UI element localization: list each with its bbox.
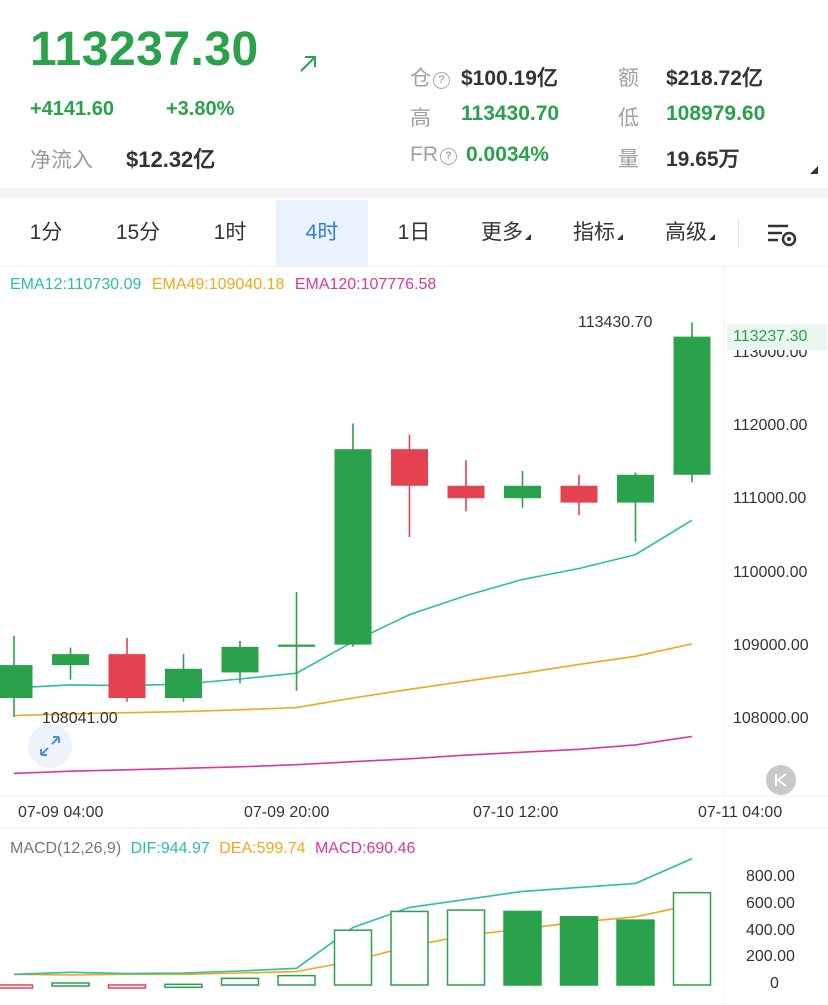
macd-bar — [277, 974, 316, 986]
macd-tick-label: 0 — [770, 975, 779, 992]
macd-tick-label: 400.00 — [746, 921, 795, 939]
candle-body — [447, 485, 485, 499]
macd-bar — [559, 916, 599, 986]
macd-bar — [51, 982, 90, 987]
time-label: 07-09 20:00 — [244, 804, 330, 821]
dif-value: DIF:944.97 — [130, 840, 210, 857]
macd-bar — [0, 984, 34, 989]
expand-icon — [40, 736, 60, 756]
macd-bar — [390, 910, 429, 986]
candle-body — [617, 474, 654, 503]
time-label: 07-11 04:00 — [698, 804, 783, 821]
candle-body — [673, 336, 711, 475]
macd-bar — [672, 891, 712, 986]
macd-bar — [164, 983, 203, 989]
macd-tick-label: 600.00 — [746, 894, 795, 912]
candle-body — [391, 449, 428, 486]
time-label: 07-09 04:00 — [18, 804, 104, 821]
skip-back-icon — [775, 773, 787, 787]
candle-body — [165, 668, 202, 699]
macd-bar — [107, 984, 147, 989]
macd-value: MACD:690.46 — [314, 840, 416, 857]
price-tick-label: 109000.00 — [733, 636, 809, 654]
current-price-tag: 113237.30 — [727, 324, 827, 350]
candle-body — [334, 449, 372, 645]
candle-body — [504, 485, 541, 499]
candle-body — [0, 665, 33, 699]
macd-tick-label: 200.00 — [746, 948, 795, 966]
macd-bar — [616, 919, 655, 986]
candle-body — [560, 485, 598, 503]
scroll-to-latest-button[interactable] — [766, 765, 796, 795]
price-tick-label: 108000.00 — [733, 710, 809, 727]
macd-params: MACD(12,26,9) — [10, 840, 122, 857]
macd-bar — [333, 929, 373, 986]
candle-body — [108, 654, 146, 699]
candle-body — [278, 644, 315, 647]
price-tick-label: 111000.00 — [733, 490, 807, 508]
macd-bar — [446, 909, 486, 986]
time-label: 07-10 12:00 — [473, 804, 559, 821]
candle-body — [52, 654, 89, 666]
macd-bar — [503, 910, 542, 986]
macd-legend[interactable]: MACD(12,26,9) DIF:944.97 DEA:599.74 MACD… — [10, 840, 420, 858]
high-marker-label: 113430.70 — [578, 314, 653, 331]
fullscreen-button[interactable] — [28, 724, 72, 768]
macd-tick-label: 800.00 — [746, 868, 795, 885]
candle-body — [221, 646, 259, 673]
macd-bar — [220, 977, 260, 986]
price-tick-label: 110000.00 — [733, 563, 808, 581]
dea-value: DEA:599.74 — [219, 840, 306, 857]
price-tick-label: 112000.00 — [733, 417, 808, 435]
ema120-line — [13, 735, 693, 775]
